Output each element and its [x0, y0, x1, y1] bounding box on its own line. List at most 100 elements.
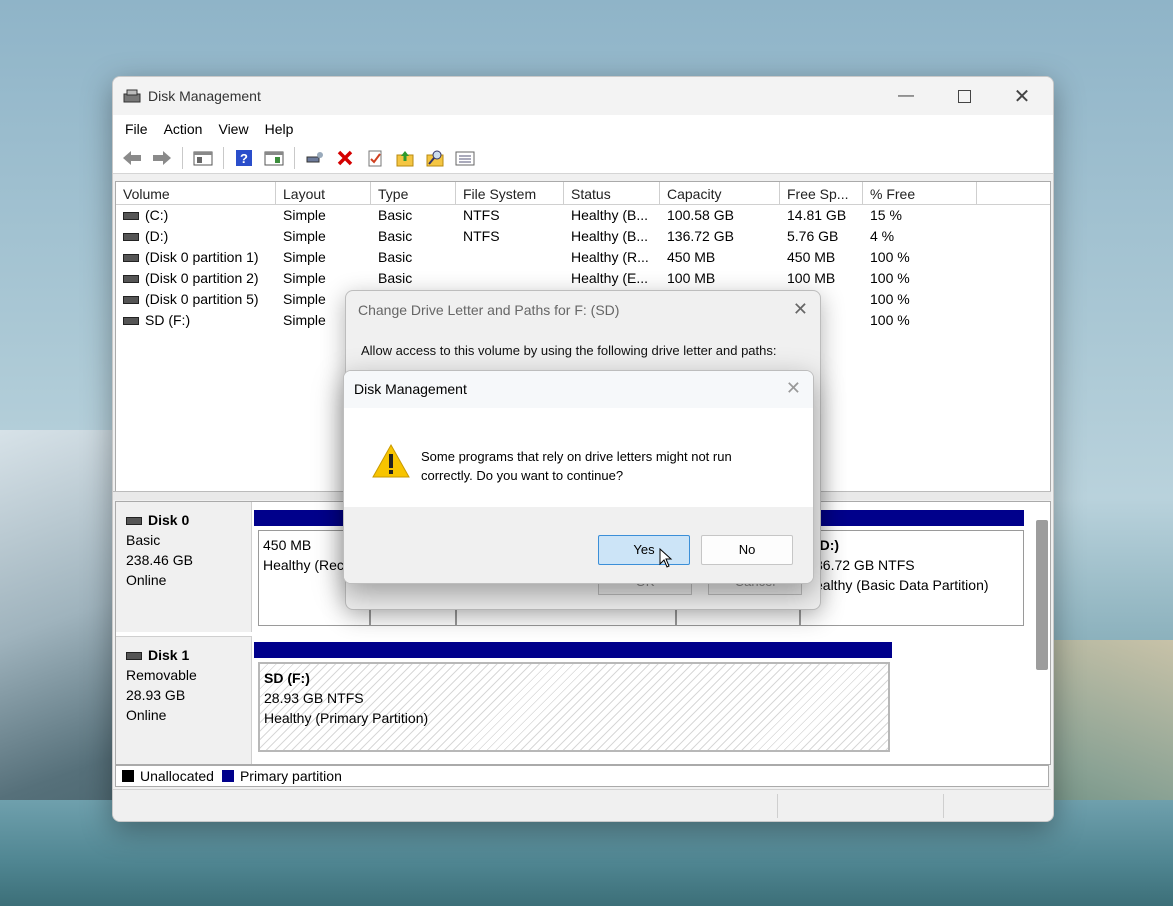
partition-size: 36.72 GB NTFS [815, 557, 915, 573]
toolbar-separator [223, 147, 224, 169]
maximize-icon [957, 89, 971, 103]
properties-button[interactable] [362, 146, 388, 170]
close-icon[interactable]: ✕ [793, 299, 808, 320]
disk1-partition-sd-f[interactable]: SD (F:) 28.93 GB NTFS Healthy (Primary P… [258, 662, 890, 752]
disk-view-scrollbar[interactable] [1036, 520, 1048, 670]
delete-button[interactable] [332, 146, 358, 170]
cell-volume: (Disk 0 partition 2) [116, 268, 276, 289]
cell-layout: Simple [283, 207, 326, 223]
cell-volume: (Disk 0 partition 1) [116, 247, 276, 268]
menu-view[interactable]: View [210, 121, 256, 137]
help-button[interactable]: ? [231, 146, 257, 170]
volume-name: (Disk 0 partition 5) [145, 291, 259, 307]
cell-layout: Simple [283, 270, 326, 286]
forward-arrow-icon [153, 151, 171, 165]
maximize-button[interactable] [935, 77, 993, 115]
cell-percent-free: 100 % [870, 249, 910, 265]
volume-drive-icon [123, 296, 139, 305]
col-free-space[interactable]: Free Sp... [780, 182, 863, 204]
disk0-label[interactable]: Disk 0 Basic 238.46 GB Online [116, 502, 252, 632]
partition-name: SD (F:) [264, 670, 310, 686]
minimize-button[interactable]: — [877, 77, 935, 115]
disk-drive-icon [126, 652, 142, 661]
connect-icon [306, 152, 323, 163]
col-percent-free[interactable]: % Free [863, 182, 977, 204]
volume-row[interactable]: (D:) Simple Basic NTFS Healthy (B... 136.72 G… [116, 226, 1050, 247]
show-hide-action-pane-button[interactable] [261, 146, 287, 170]
cell-status: Healthy (E... [571, 270, 649, 286]
col-type[interactable]: Type [371, 182, 456, 204]
toolbar: ? [113, 143, 1053, 174]
mouse-cursor-icon [659, 548, 673, 568]
cell-layout: Simple [283, 249, 326, 265]
cell-type: Basic [378, 207, 413, 223]
col-status[interactable]: Status [564, 182, 660, 204]
volume-row[interactable]: (C:) Simple Basic NTFS Healthy (B... 100.58 G… [116, 205, 1050, 226]
partition-size: 28.93 GB NTFS [264, 690, 364, 706]
cell-percent-free: 100 % [870, 270, 910, 286]
cell-layout: Simple [283, 228, 326, 244]
disk0-state: Online [126, 572, 167, 588]
connect-button[interactable] [302, 146, 328, 170]
menu-action[interactable]: Action [156, 121, 211, 137]
cell-capacity: 100 MB [667, 270, 716, 286]
disk-management-app-icon [123, 89, 141, 103]
back-arrow-icon [123, 151, 141, 165]
partition-name: (D:) [815, 537, 840, 553]
menu-help[interactable]: Help [257, 121, 302, 137]
volume-row[interactable]: (Disk 0 partition 2) Simple Basic Healthy (… [116, 268, 1050, 289]
dialog-prompt: Allow access to this volume by using the… [361, 343, 777, 358]
cell-percent-free: 15 % [870, 207, 902, 223]
volume-row[interactable]: (Disk 0 partition 1) Simple Basic Healthy (… [116, 247, 1050, 268]
volume-name: (C:) [145, 207, 169, 223]
disk1-size: 28.93 GB [126, 687, 186, 703]
cell-volume: (C:) [116, 205, 276, 226]
minimize-icon: — [898, 87, 914, 104]
volume-drive-icon [123, 212, 139, 221]
yes-button[interactable]: Yes [598, 535, 690, 565]
cell-status: Healthy (B... [571, 207, 649, 223]
close-button[interactable]: ✕ [993, 77, 1051, 115]
cell-capacity: 450 MB [667, 249, 716, 265]
forward-button[interactable] [149, 146, 175, 170]
cell-percent-free: 100 % [870, 312, 910, 328]
new-folder-button[interactable] [392, 146, 418, 170]
cell-percent-free: 4 % [870, 228, 895, 244]
legend: Unallocated Primary partition [115, 765, 1049, 787]
disk0-partition-d[interactable]: (D:) 36.72 GB NTFS ealthy (Basic Data Pa… [800, 530, 1024, 626]
col-volume[interactable]: Volume [116, 182, 276, 204]
legend-unallocated: Unallocated [140, 768, 214, 784]
col-capacity[interactable]: Capacity [660, 182, 780, 204]
unallocated-swatch [122, 770, 134, 782]
disk1-name: Disk 1 [148, 647, 190, 663]
back-button[interactable] [119, 146, 145, 170]
cell-free-space: 5.76 GB [787, 228, 839, 244]
show-hide-console-button[interactable] [190, 146, 216, 170]
col-layout[interactable]: Layout [276, 182, 371, 204]
disk1-partition-bar [254, 642, 892, 658]
cell-free-space: 450 MB [787, 249, 836, 265]
menu-file[interactable]: File [117, 121, 156, 137]
status-bar [113, 789, 1051, 821]
disk1-label[interactable]: Disk 1 Removable 28.93 GB Online [116, 636, 252, 764]
help-icon: ? [236, 150, 252, 166]
col-file-system[interactable]: File System [456, 182, 564, 204]
no-button[interactable]: No [701, 535, 793, 565]
console-tree-icon [193, 151, 213, 166]
disk-drive-icon [126, 517, 142, 526]
volume-drive-icon [123, 254, 139, 263]
disk0-size: 238.46 GB [126, 552, 193, 568]
dialog-title: Change Drive Letter and Paths for F: (SD… [358, 302, 620, 318]
close-icon[interactable]: ✕ [786, 378, 801, 399]
cell-file-system: NTFS [463, 228, 500, 244]
cell-volume: (D:) [116, 226, 276, 247]
delete-x-icon [337, 150, 353, 166]
search-folder-button[interactable] [422, 146, 448, 170]
toolbar-separator [182, 147, 183, 169]
cell-file-system [456, 247, 564, 268]
warning-icon [372, 443, 410, 478]
volume-name: (Disk 0 partition 1) [145, 249, 259, 265]
list-view-button[interactable] [452, 146, 478, 170]
volume-drive-icon [123, 275, 139, 284]
properties-checklist-icon [368, 150, 382, 167]
